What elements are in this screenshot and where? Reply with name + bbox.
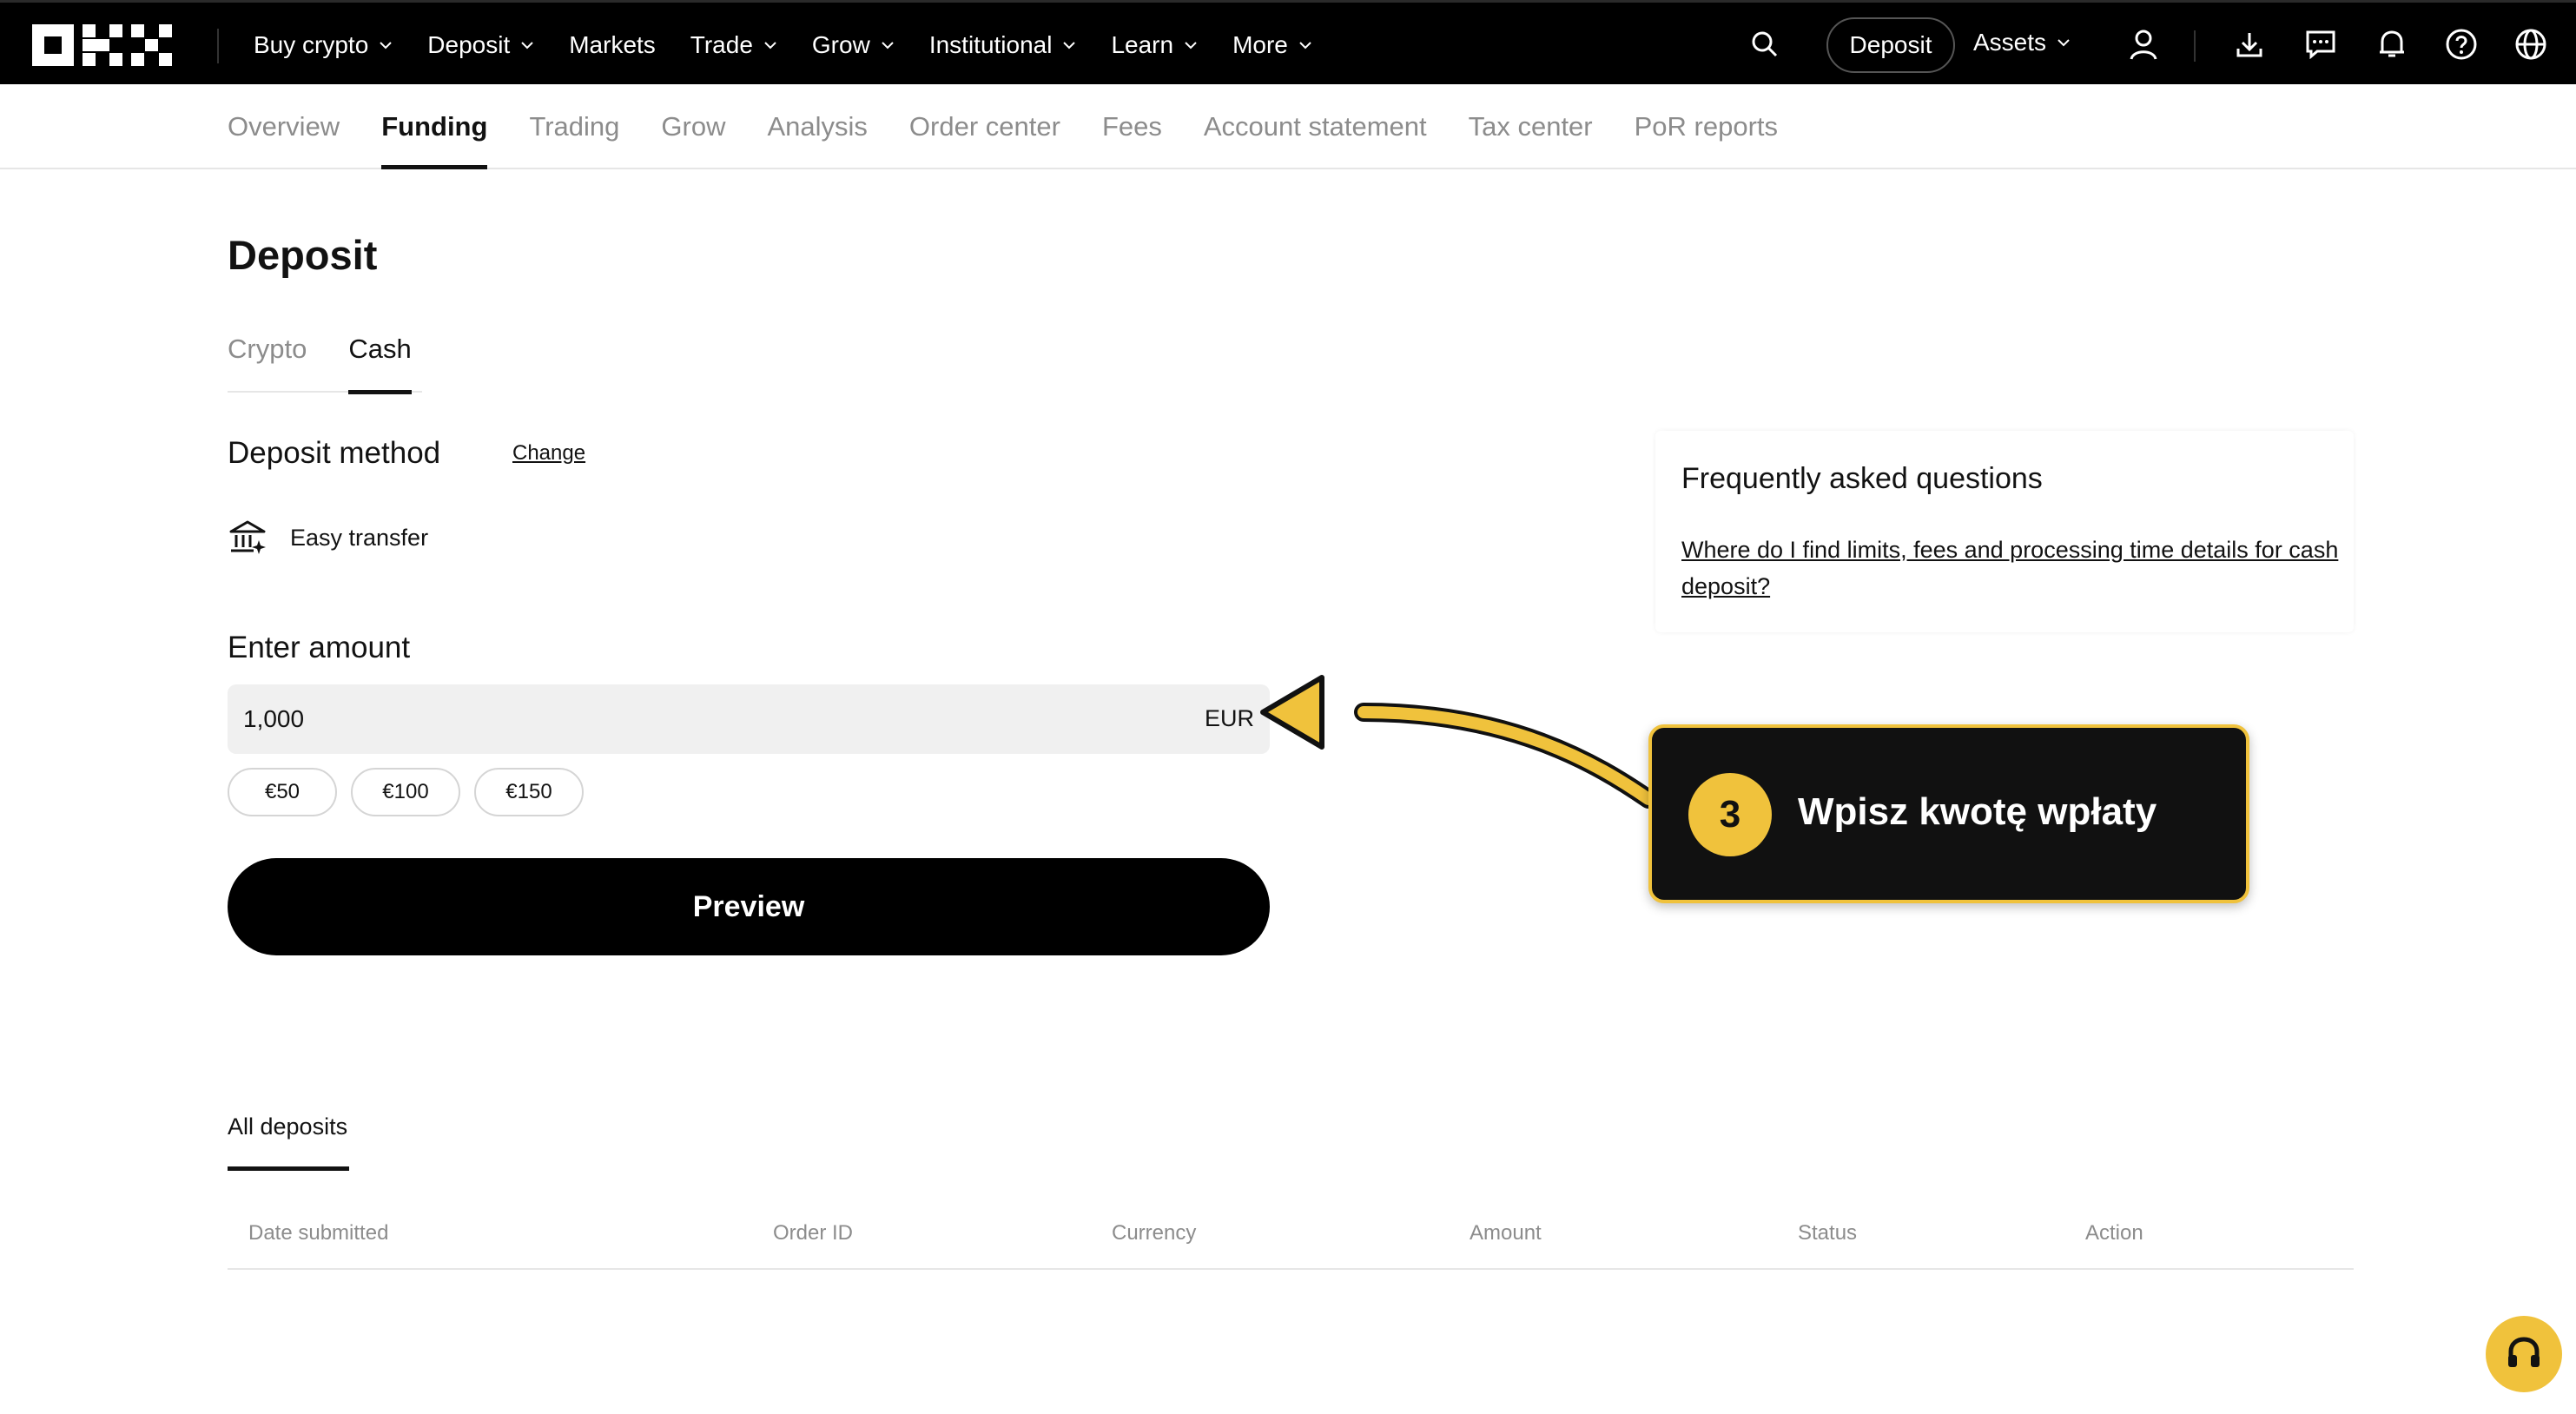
nav-deposit[interactable]: Deposit — [427, 31, 534, 59]
subnav-tax-center[interactable]: Tax center — [1469, 84, 1593, 169]
quick-amounts: €50 €100 €150 — [228, 768, 584, 816]
nav-label: Learn — [1111, 30, 1174, 58]
nav-label: Buy crypto — [254, 30, 369, 58]
chevron-down-icon — [1299, 41, 1311, 49]
deposits-table-header: Date submitted Order ID Currency Amount … — [228, 1204, 2354, 1270]
okx-logo[interactable] — [32, 24, 175, 66]
subnav-funding[interactable]: Funding — [381, 84, 488, 169]
column-header: Amount — [1470, 1221, 1542, 1245]
download-icon[interactable] — [2232, 27, 2267, 62]
chevron-down-icon — [521, 41, 533, 49]
subnav-fees[interactable]: Fees — [1102, 84, 1162, 169]
tab-cash[interactable]: Cash — [348, 323, 413, 394]
nav-label: Institutional — [928, 30, 1053, 58]
globe-icon[interactable] — [2513, 27, 2548, 62]
nav-buy-crypto[interactable]: Buy crypto — [254, 31, 393, 59]
assets-menu[interactable]: Assets — [1973, 29, 2071, 56]
chat-icon[interactable] — [2303, 27, 2338, 62]
assets-label: Assets — [1973, 29, 2047, 56]
nav-divider — [217, 29, 219, 63]
search-icon[interactable] — [1747, 27, 1782, 62]
currency-label: EUR — [1204, 705, 1254, 731]
nav-grow[interactable]: Grow — [812, 31, 895, 59]
top-navbar: Buy crypto Deposit Markets Trade Grow In… — [0, 0, 2576, 84]
enter-amount-heading: Enter amount — [228, 631, 411, 664]
preview-button[interactable]: Preview — [228, 858, 1270, 955]
nav-divider — [2194, 30, 2196, 62]
chevron-down-icon — [1063, 41, 1076, 49]
amount-value[interactable]: 1,000 — [243, 705, 304, 733]
nav-more[interactable]: More — [1232, 31, 1312, 59]
nav-institutional[interactable]: Institutional — [929, 31, 1077, 59]
chevron-down-icon — [1185, 41, 1197, 49]
quick-amount-50[interactable]: €50 — [228, 768, 337, 816]
nav-markets[interactable]: Markets — [569, 31, 656, 59]
faq-link[interactable]: Where do I find limits, fees and process… — [1681, 532, 2342, 605]
subnav-overview[interactable]: Overview — [228, 84, 340, 169]
faq-panel: Frequently asked questions Where do I fi… — [1655, 431, 2354, 632]
step-number-badge: 3 — [1688, 773, 1772, 856]
tutorial-callout: 3 Wpisz kwotę wpłaty — [1648, 724, 2249, 903]
subnav-trading[interactable]: Trading — [529, 84, 619, 169]
column-header: Action — [2085, 1221, 2143, 1245]
callout-text: Wpisz kwotę wpłaty — [1798, 790, 2157, 833]
deposit-method-heading: Deposit method — [228, 436, 441, 470]
bell-icon[interactable] — [2375, 27, 2409, 62]
quick-amount-100[interactable]: €100 — [351, 768, 460, 816]
chevron-down-icon — [380, 41, 392, 49]
subnav-grow[interactable]: Grow — [661, 84, 725, 169]
headset-icon — [2508, 1337, 2540, 1367]
deposit-type-tabs: Crypto Cash — [228, 323, 422, 394]
deposit-method-option[interactable]: Easy transfer — [228, 518, 428, 558]
subnav-analysis[interactable]: Analysis — [767, 84, 867, 169]
page-title: Deposit — [228, 232, 378, 278]
change-method-link[interactable]: Change — [512, 441, 585, 466]
column-header: Status — [1798, 1221, 1858, 1245]
nav-label: Trade — [690, 30, 753, 58]
chevron-down-icon — [882, 41, 894, 49]
support-chat-button[interactable] — [2486, 1316, 2562, 1392]
subnav-por-reports[interactable]: PoR reports — [1635, 84, 1778, 169]
nav-label: Grow — [811, 30, 870, 58]
main-menu: Buy crypto Deposit Markets Trade Grow In… — [254, 3, 1347, 87]
bank-icon — [229, 520, 266, 554]
nav-label: Deposit — [427, 30, 511, 58]
faq-title: Frequently asked questions — [1681, 462, 2043, 495]
tab-crypto[interactable]: Crypto — [228, 323, 307, 393]
tutorial-arrow — [1260, 675, 1658, 809]
amount-input[interactable]: 1,000 EUR — [228, 684, 1270, 754]
nav-learn[interactable]: Learn — [1111, 31, 1198, 59]
subnav-account-statement[interactable]: Account statement — [1204, 84, 1427, 169]
account-subnav: Overview Funding Trading Grow Analysis O… — [0, 84, 2576, 169]
deposit-button[interactable]: Deposit — [1826, 17, 1955, 73]
column-header: Currency — [1112, 1221, 1197, 1245]
help-icon[interactable] — [2444, 27, 2479, 62]
quick-amount-150[interactable]: €150 — [474, 768, 584, 816]
method-name: Easy transfer — [290, 524, 429, 551]
user-icon[interactable] — [2126, 27, 2161, 62]
column-header: Date submitted — [248, 1221, 389, 1245]
nav-trade[interactable]: Trade — [690, 31, 777, 59]
subnav-order-center[interactable]: Order center — [909, 84, 1060, 169]
chevron-down-icon — [2057, 39, 2070, 47]
column-header: Order ID — [773, 1221, 854, 1245]
nav-label: More — [1232, 30, 1288, 58]
nav-label: Markets — [569, 30, 656, 58]
chevron-down-icon — [764, 41, 776, 49]
tab-all-deposits[interactable]: All deposits — [228, 1113, 350, 1171]
